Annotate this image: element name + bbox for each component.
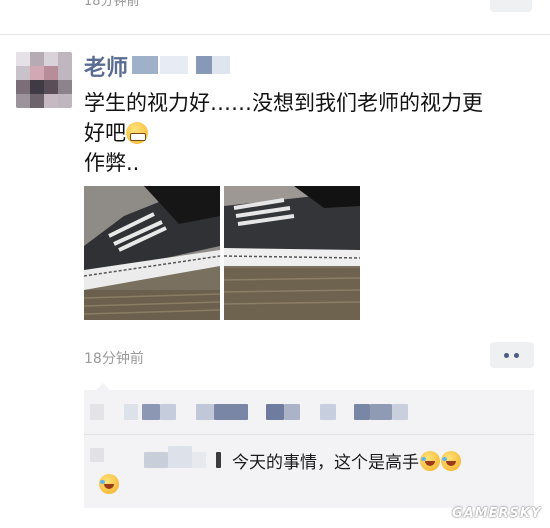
author-name[interactable]: 老师 [84,50,128,82]
watermark: GAMERSKY [452,506,542,521]
redacted-like-name [392,404,408,420]
redacted-like-name [142,404,160,420]
avatar[interactable] [16,52,72,108]
grimace-emoji-icon [126,122,148,144]
laughing-emoji-icon [420,451,440,471]
sneaker-photo [224,186,360,320]
post-text-line: 作弊.. [84,151,140,175]
post-photo-1[interactable] [84,186,220,320]
laughing-emoji-icon [99,474,119,494]
dot-icon [504,353,509,358]
previous-post: 18分钟前 [0,0,550,30]
post-text-line: 好吧 [84,118,524,148]
post-photo-2[interactable] [224,186,360,320]
comments-panel: 今天的事情，这个是高手 [84,383,534,508]
sneaker-photo [84,186,220,320]
redacted-like-name [160,404,176,420]
redacted-like-name [196,404,214,420]
redacted-commenter-name [192,452,206,468]
post-text-line: 学生的视力好……没想到我们老师的视力更 [84,91,483,115]
redacted-like-name [370,404,392,420]
post-time: 18分钟前 [84,351,144,367]
redacted-commenter-name [168,446,192,468]
comment-item[interactable]: 今天的事情，这个是高手 [84,440,534,504]
more-actions-button[interactable] [490,342,534,368]
comment-text: 今天的事情，这个是高手 [232,448,461,473]
author-name-redacted [132,56,158,74]
likes-row [84,390,534,434]
post-divider [0,34,550,35]
author-name-redacted [196,56,212,74]
redacted-like-name [124,404,138,420]
redacted-commenter-avatar [90,448,104,462]
redacted-like-name [266,404,284,420]
redacted-commenter-name [144,452,168,468]
redacted-commenter-name [216,452,221,468]
previous-post-more-button[interactable] [490,0,532,12]
redacted-like-name [284,404,300,420]
redacted-like-name [354,404,370,420]
redacted-like-name [320,404,336,420]
author-name-redacted [160,56,188,74]
previous-post-time: 18分钟前 [84,0,140,9]
redacted-like-name [90,404,104,420]
author-name-redacted [212,56,230,74]
post-text: 学生的视力好……没想到我们老师的视力更 好吧 作弊.. [84,88,524,178]
comments-divider [84,434,534,435]
laughing-emoji-icon [441,451,461,471]
dot-icon [514,353,519,358]
redacted-like-name [214,404,248,420]
